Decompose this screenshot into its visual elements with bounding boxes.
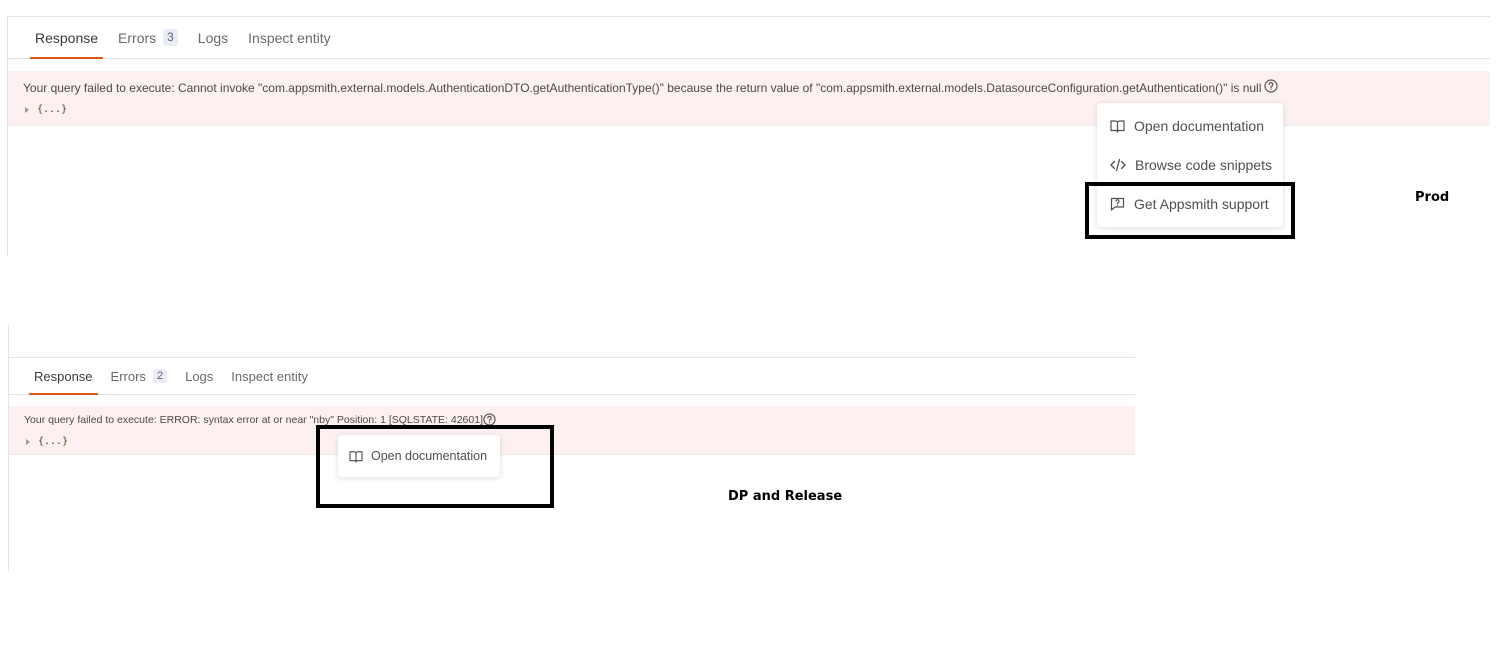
menu-item-get-appsmith-support[interactable]: Get Appsmith support (1097, 192, 1283, 216)
tab-response-label: Response (35, 29, 99, 46)
menu-item-label: Get Appsmith support (1134, 196, 1269, 212)
tab-errors-label: Errors (110, 368, 146, 384)
menu-item-browse-code-snippets[interactable]: Browse code snippets (1097, 153, 1283, 177)
errors-count-badge: 2 (152, 368, 168, 384)
error-message: Your query failed to execute: ERROR: syn… (24, 414, 483, 426)
tab-logs-label: Logs (197, 29, 229, 46)
menu-item-label: Open documentation (371, 449, 488, 463)
tab-inspect-entity[interactable]: Inspect entity (231, 358, 308, 394)
tab-logs[interactable]: Logs (185, 358, 213, 394)
caret-right-icon (26, 438, 30, 445)
support-icon (1110, 197, 1125, 211)
prod-help-menu: Open documentation Browse code snippets … (1097, 103, 1283, 227)
tab-inspect-entity[interactable]: Inspect entity (248, 17, 331, 58)
dp-help-menu: Open documentation (338, 435, 500, 477)
json-collapsed-value: {...} (37, 104, 68, 115)
json-expand-toggle[interactable]: {...} (25, 104, 67, 115)
tab-response[interactable]: Response (29, 358, 98, 395)
book-icon (1110, 120, 1125, 133)
code-icon (1110, 158, 1126, 172)
menu-item-label: Open documentation (1134, 118, 1264, 134)
tab-inspect-entity-label: Inspect entity (231, 368, 308, 384)
error-banner: Your query failed to execute: ERROR: syn… (9, 406, 1135, 455)
dp-debugger-panel: Response Errors 2 Logs Inspect entity Yo… (8, 325, 1135, 571)
env-label-prod: Prod (1415, 190, 1450, 205)
tab-errors[interactable]: Errors 3 (118, 17, 178, 58)
menu-item-open-documentation[interactable]: Open documentation (338, 444, 500, 468)
tab-response-label: Response (34, 368, 93, 384)
debugger-tabs: Response Errors 3 Logs Inspect entity (7, 17, 1490, 59)
debugger-tabs: Response Errors 2 Logs Inspect entity (8, 358, 1135, 395)
errors-count-badge: 3 (163, 29, 178, 46)
tab-logs-label: Logs (185, 368, 214, 384)
caret-right-icon (25, 106, 29, 113)
menu-item-label: Browse code snippets (1135, 157, 1272, 173)
menu-item-open-documentation[interactable]: Open documentation (1097, 114, 1283, 138)
tab-response[interactable]: Response (29, 17, 104, 59)
tab-errors[interactable]: Errors 2 (111, 358, 168, 394)
help-icon[interactable] (1264, 79, 1278, 98)
tab-logs[interactable]: Logs (198, 17, 228, 58)
tab-inspect-entity-label: Inspect entity (248, 29, 331, 46)
help-icon[interactable] (483, 413, 496, 431)
json-expand-toggle[interactable]: {...} (26, 436, 68, 447)
env-label-dp-release: DP and Release (728, 489, 843, 504)
json-collapsed-value: {...} (38, 436, 69, 447)
error-message: Your query failed to execute: Cannot inv… (23, 81, 1262, 95)
book-icon (349, 450, 363, 463)
tab-errors-label: Errors (118, 29, 157, 46)
